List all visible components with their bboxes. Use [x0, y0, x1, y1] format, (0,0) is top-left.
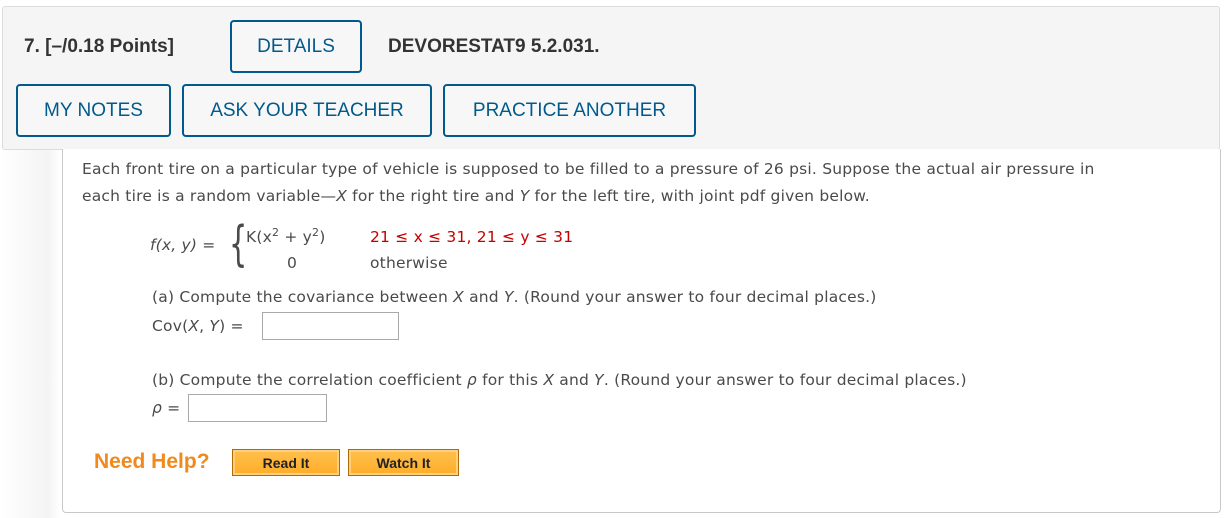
- var-x: X: [336, 187, 348, 205]
- text: (a) Compute the covariance between: [152, 288, 454, 306]
- question-points: 7. [–/0.18 Points]: [24, 36, 174, 58]
- problem-code: DEVORESTAT9 5.2.031.: [388, 36, 600, 57]
- need-help-label: Need Help?: [94, 450, 210, 473]
- pdf-function-label: f(x, y) =: [150, 236, 216, 254]
- text: ): [319, 228, 326, 246]
- text: (b) Compute the correlation coefficient: [152, 371, 467, 389]
- pdf-case2-condition: otherwise: [370, 254, 448, 272]
- pdf-case1-condition: 21 ≤ x ≤ 31, 21 ≤ y ≤ 31: [370, 228, 574, 246]
- var-rho: ρ: [152, 399, 163, 417]
- var-y: Y: [209, 317, 220, 335]
- var-y: Y: [594, 371, 604, 389]
- text: for the left tire, with joint pdf given …: [529, 187, 870, 205]
- text: for the right tire and: [347, 187, 520, 205]
- problem-text-line2: each tire is a random variable—X for the…: [82, 187, 870, 205]
- left-margin-shade: [0, 150, 60, 518]
- text: . (Round your answer to four decimal pla…: [513, 288, 877, 306]
- text: ,: [199, 317, 210, 335]
- piecewise-brace: {: [229, 216, 248, 272]
- points-value: [–/0.18 Points]: [45, 36, 174, 57]
- text: and: [463, 288, 504, 306]
- text: for this: [476, 371, 544, 389]
- practice-another-button[interactable]: PRACTICE ANOTHER: [443, 84, 696, 137]
- pdf-lhs: f(x, y) =: [150, 236, 215, 254]
- var-rho: ρ: [466, 371, 477, 389]
- pdf-case1-expression: K(x2 + y2): [246, 227, 326, 246]
- part-a-prompt: (a) Compute the covariance between X and…: [152, 288, 877, 306]
- text: and: [554, 371, 595, 389]
- read-it-button[interactable]: Read It: [232, 449, 340, 476]
- part-b-prompt: (b) Compute the correlation coefficient …: [152, 371, 967, 389]
- text: K(x: [246, 228, 272, 246]
- ask-your-teacher-button[interactable]: ASK YOUR TEACHER: [182, 84, 432, 137]
- details-button[interactable]: DETAILS: [230, 20, 362, 73]
- text: + y: [279, 228, 313, 246]
- correlation-input[interactable]: [188, 394, 327, 422]
- var-x: X: [188, 317, 200, 335]
- text: each tire is a random variable—: [82, 187, 337, 205]
- covariance-input[interactable]: [262, 312, 399, 340]
- text: =: [162, 399, 181, 417]
- problem-text-line1: Each front tire on a particular type of …: [82, 160, 1095, 178]
- watch-it-button[interactable]: Watch It: [348, 449, 459, 476]
- var-y: Y: [503, 288, 514, 306]
- cov-label: Cov(X, Y) =: [152, 317, 244, 335]
- question-number: 7.: [24, 36, 40, 57]
- my-notes-button[interactable]: MY NOTES: [16, 84, 171, 137]
- text: ) =: [219, 317, 244, 335]
- rho-label: ρ =: [152, 399, 180, 417]
- var-y: Y: [519, 187, 530, 205]
- pdf-case2-expression: 0: [287, 254, 298, 272]
- var-x: X: [453, 288, 464, 306]
- text: Cov(: [152, 317, 189, 335]
- text: . (Round your answer to four decimal pla…: [603, 371, 967, 389]
- var-x: X: [543, 371, 555, 389]
